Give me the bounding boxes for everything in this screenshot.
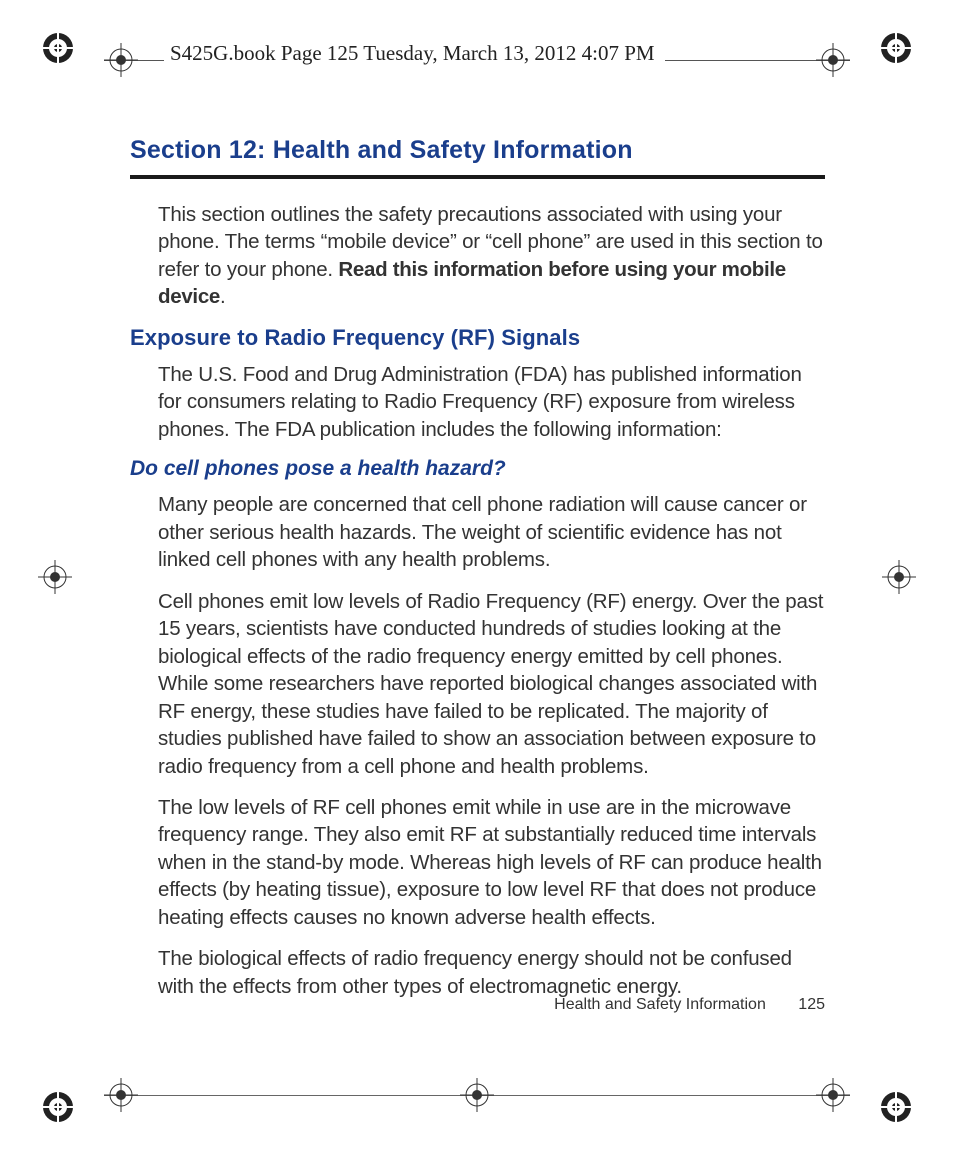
regmark-icon xyxy=(878,1089,914,1125)
page-footer: Health and Safety Information 125 xyxy=(130,996,825,1014)
print-header: S425G.book Page 125 Tuesday, March 13, 2… xyxy=(104,38,850,82)
period: . xyxy=(220,285,226,308)
regmark-icon xyxy=(878,30,914,66)
paragraph-fda: The U.S. Food and Drug Administration (F… xyxy=(130,361,825,443)
intro-paragraph: This section outlines the safety precaut… xyxy=(130,201,825,311)
crosshair-icon xyxy=(816,43,850,77)
regmark-icon xyxy=(40,30,76,66)
subheading-hazard: Do cell phones pose a health hazard? xyxy=(130,457,825,481)
paragraph-3: Many people are concerned that cell phon… xyxy=(130,491,825,573)
paragraph-6: The biological effects of radio frequenc… xyxy=(130,945,825,1000)
paragraph-5: The low levels of RF cell phones emit wh… xyxy=(130,794,825,931)
crosshair-icon xyxy=(460,1078,494,1112)
crosshair-icon xyxy=(816,1078,850,1112)
crosshair-icon xyxy=(104,43,138,77)
crosshair-icon xyxy=(104,1078,138,1112)
page-number: 125 xyxy=(798,996,825,1013)
paragraph-4: Cell phones emit low levels of Radio Fre… xyxy=(130,588,825,780)
page-content: Section 12: Health and Safety Informatio… xyxy=(130,136,825,1014)
regmark-icon xyxy=(40,1089,76,1125)
print-tagline: S425G.book Page 125 Tuesday, March 13, 2… xyxy=(164,41,665,66)
section-title: Section 12: Health and Safety Informatio… xyxy=(130,136,825,165)
section-rule xyxy=(130,175,825,179)
footer-label: Health and Safety Information xyxy=(554,996,766,1013)
subheading-rf: Exposure to Radio Frequency (RF) Signals xyxy=(130,325,825,351)
crosshair-icon xyxy=(38,560,72,594)
crosshair-icon xyxy=(882,560,916,594)
